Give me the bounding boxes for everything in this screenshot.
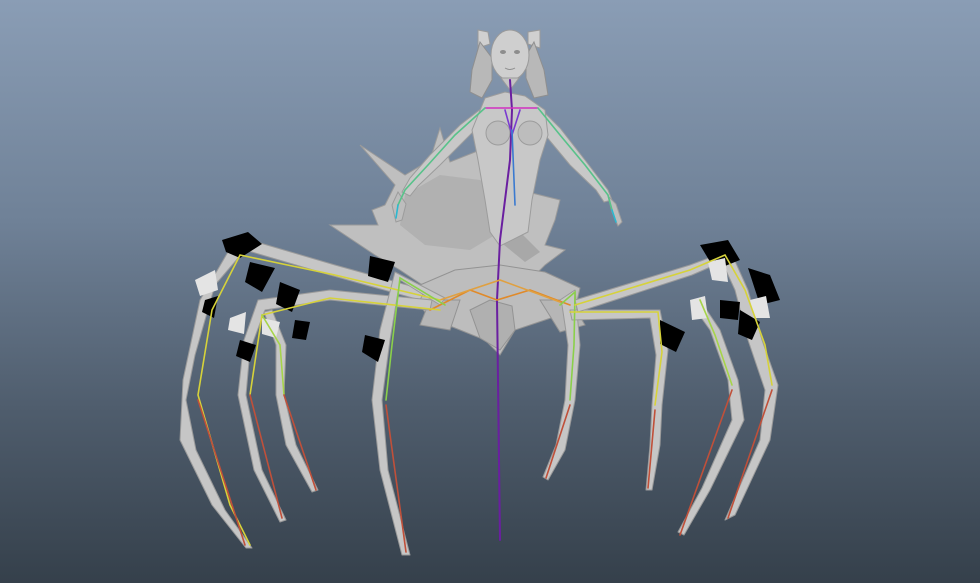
scene (179, 29, 780, 556)
character-head[interactable] (469, 29, 549, 99)
3d-viewport[interactable] (0, 0, 980, 583)
